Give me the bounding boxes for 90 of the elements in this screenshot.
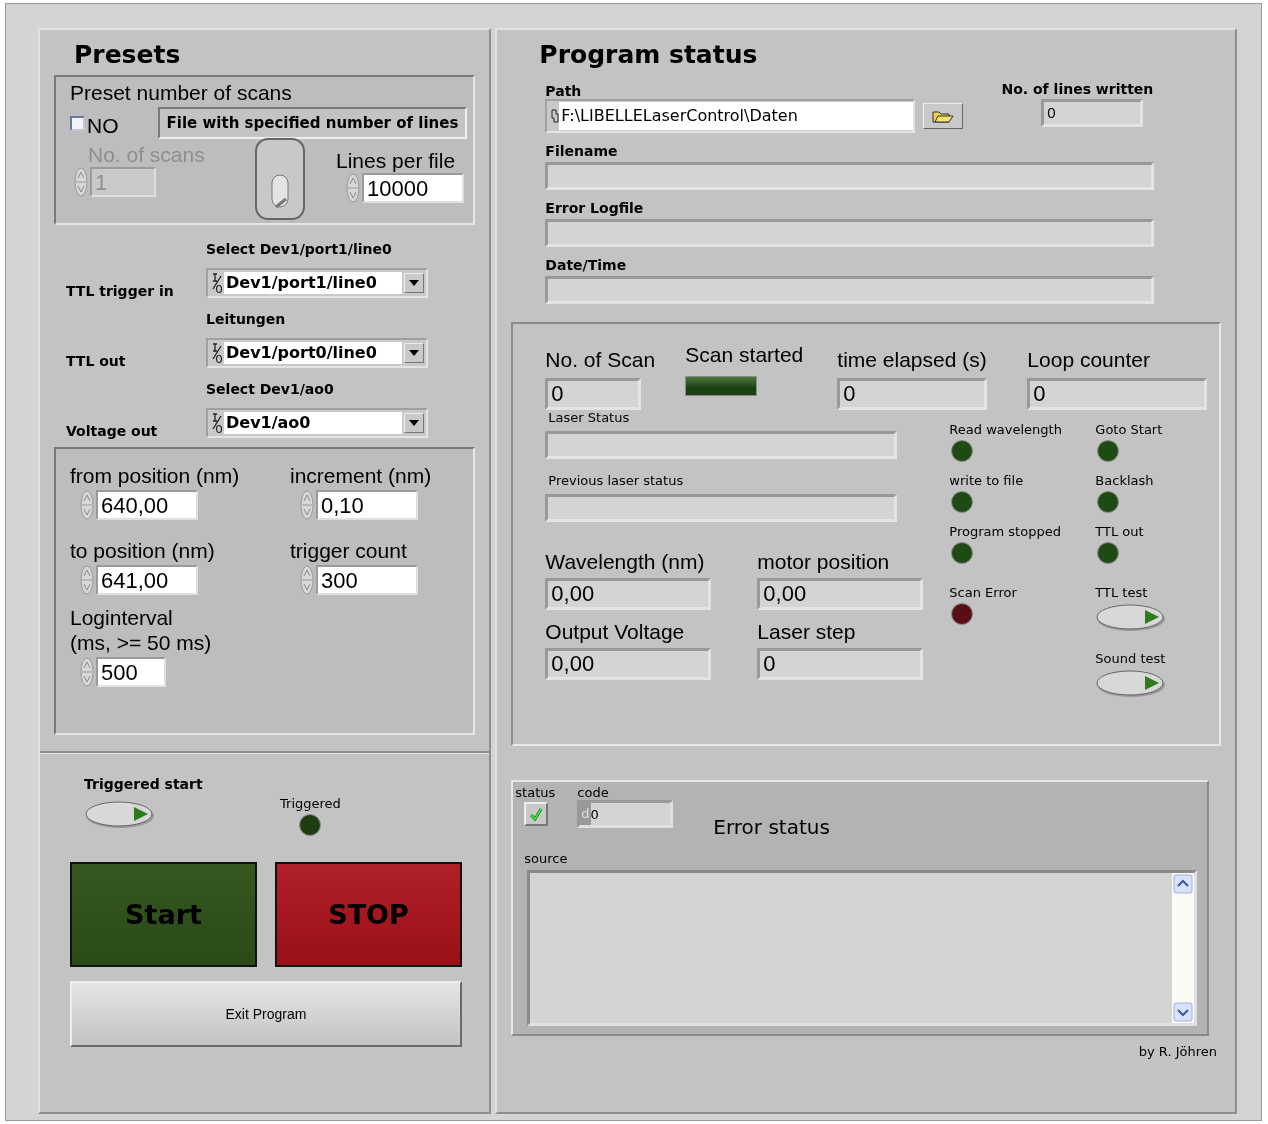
field-label: Wavelength (nm) xyxy=(545,550,706,574)
light-label: TTL out xyxy=(1095,524,1145,539)
numeric-field[interactable]: 0,10 xyxy=(316,490,418,520)
increment-arrows[interactable] xyxy=(80,490,94,520)
increment-arrows[interactable] xyxy=(74,167,88,197)
field-label: No. of lines written xyxy=(1001,81,1154,97)
field-label: TTL trigger in xyxy=(66,283,175,301)
field-label: Select Dev1/port1/line0 xyxy=(206,240,393,259)
checkbox[interactable] xyxy=(70,115,85,131)
light-label: Program stopped xyxy=(949,524,1062,539)
scrollbar[interactable] xyxy=(1172,873,1194,1023)
numeric-indicator: 0 xyxy=(1041,99,1144,127)
field-label: Previous laser status xyxy=(548,473,685,488)
panel-title: Presets xyxy=(74,40,182,69)
numeric-field[interactable]: 10000 xyxy=(362,173,464,203)
field-label: Date/Time xyxy=(545,257,628,273)
field-label: to position (nm) xyxy=(70,538,216,563)
field-label: Filename xyxy=(545,143,619,159)
checkmark-icon xyxy=(529,807,544,821)
increment-arrows[interactable] xyxy=(300,565,314,595)
field-label: Voltage out xyxy=(66,423,159,441)
group-title: Preset number of scans xyxy=(70,81,293,105)
increment-arrows[interactable] xyxy=(80,565,94,595)
numeric-indicator: 0,00 xyxy=(757,578,924,610)
field-label: code xyxy=(577,785,610,800)
increment-arrows[interactable] xyxy=(300,490,314,520)
light-label: Sound test xyxy=(1095,651,1167,666)
light-label: Goto Start xyxy=(1095,422,1164,437)
field-label: Laser step xyxy=(757,620,857,644)
mode-text: File with specified number of lines xyxy=(157,107,468,139)
field-label: status xyxy=(515,785,556,800)
numeric-indicator: 0 xyxy=(837,378,988,410)
browse-button[interactable] xyxy=(923,103,964,129)
increment-arrows[interactable] xyxy=(80,657,94,687)
numeric-field[interactable]: 640,00 xyxy=(96,490,198,520)
field-label: trigger count xyxy=(290,538,408,563)
panel-title: Program status xyxy=(539,40,759,69)
toggle-switch[interactable] xyxy=(254,137,308,223)
dropdown-field[interactable]: Dev1/port0/line0 xyxy=(206,338,428,368)
field-label: No. of Scan xyxy=(545,348,657,372)
path-icon xyxy=(551,109,560,123)
light-label: Triggered xyxy=(280,796,341,811)
caret-icon[interactable] xyxy=(404,273,424,293)
light-label: Read wavelength xyxy=(949,422,1063,437)
field-label: time elapsed (s) xyxy=(837,348,988,372)
field-label: TTL out xyxy=(66,353,127,371)
field-label: Path xyxy=(545,83,583,99)
field-label: Output Voltage xyxy=(545,620,686,644)
field-label: Scan started xyxy=(685,343,805,367)
numeric-indicator: 0 xyxy=(1027,378,1208,410)
io-icon xyxy=(210,272,224,294)
caret-icon[interactable] xyxy=(404,413,424,433)
field-label: from position (nm) xyxy=(70,463,241,488)
field-label: Lines per file xyxy=(336,149,457,173)
scroll-up-icon[interactable] xyxy=(1172,873,1194,895)
numeric-indicator: 0 xyxy=(757,648,924,680)
field-label: Triggered start xyxy=(84,776,204,792)
scroll-down-icon[interactable] xyxy=(1172,1001,1194,1023)
path-field[interactable]: F:\LIBELLELaserControl\Daten xyxy=(545,99,916,133)
field-label: source xyxy=(524,851,569,866)
field-label: increment (nm) xyxy=(290,463,433,488)
numeric-indicator: 0,00 xyxy=(545,648,712,680)
numeric-field[interactable]: 641,00 xyxy=(96,565,198,595)
numeric-field[interactable]: 500 xyxy=(96,657,166,687)
io-icon xyxy=(210,342,224,364)
caret-icon[interactable] xyxy=(404,343,424,363)
light-label: Scan Error xyxy=(949,585,1018,600)
field-label: Laser Status xyxy=(548,410,631,425)
dropdown-field[interactable]: Dev1/ao0 xyxy=(206,408,428,438)
checkbox-label: NO xyxy=(87,114,119,138)
light-label: Backlash xyxy=(1095,473,1155,488)
light-label: write to file xyxy=(949,473,1025,488)
field-label: Select Dev1/ao0 xyxy=(206,380,335,399)
folder-icon xyxy=(932,109,955,123)
field-label: Leitungen xyxy=(206,310,287,329)
field-label: Error Logfile xyxy=(545,200,645,216)
credit-text: by R. Jöhren xyxy=(1137,1043,1218,1059)
dropdown-field[interactable]: Dev1/port1/line0 xyxy=(206,268,428,298)
field-label: Loginterval (ms, >= 50 ms) xyxy=(70,605,213,655)
numeric-indicator: 0,00 xyxy=(545,578,712,610)
numeric-indicator: d0 xyxy=(577,800,674,828)
field-label: Loop counter xyxy=(1027,348,1151,372)
io-icon xyxy=(210,412,224,434)
cluster-title: Error status xyxy=(713,815,830,839)
increment-arrows[interactable] xyxy=(346,173,360,203)
numeric-field[interactable]: 300 xyxy=(316,565,418,595)
field-label: motor position xyxy=(757,550,891,574)
exit-button[interactable]: Exit Program xyxy=(70,981,462,1047)
numeric-indicator: 0 xyxy=(545,378,642,410)
light-label: TTL test xyxy=(1095,585,1149,600)
